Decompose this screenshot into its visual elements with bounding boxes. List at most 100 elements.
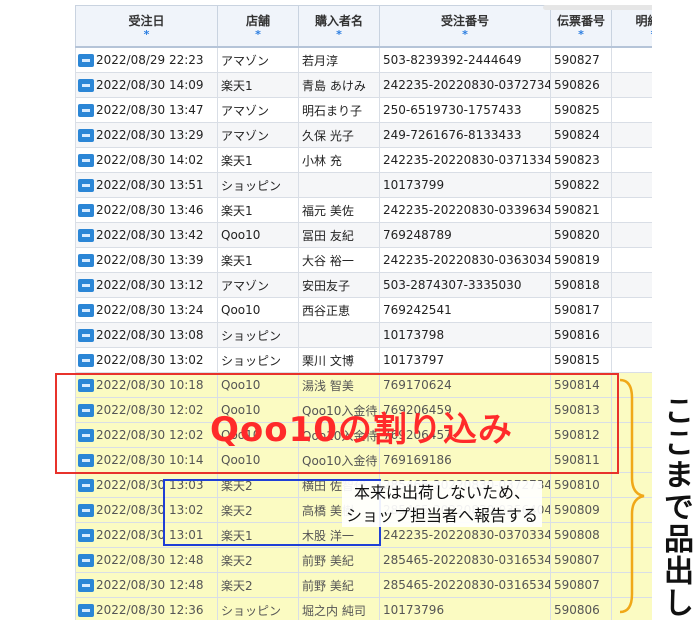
cell-slip-number: 590807: [550, 572, 612, 598]
order-date-text: 2022/08/30 13:24: [96, 303, 204, 317]
column-header-3[interactable]: 受注番号 *: [379, 5, 551, 48]
cell-order-date: 2022/08/30 13:47: [75, 97, 218, 123]
scrollbar-top[interactable]: [543, 5, 652, 10]
row-detail-icon[interactable]: [78, 354, 94, 367]
cell-buyer: 冨田 友紀: [298, 222, 380, 248]
sort-marker[interactable]: *: [612, 29, 652, 41]
cell-store: 楽天2: [217, 547, 299, 573]
table-row[interactable]: 2022/08/30 14:02 楽天1 小林 充 242235-20220830-0…: [75, 147, 652, 173]
row-detail-icon[interactable]: [78, 479, 94, 492]
table-row[interactable]: 2022/08/30 13:47 アマゾン 明石まり子 250-6519730-175…: [75, 97, 652, 123]
column-header-label: 受注番号: [440, 14, 489, 28]
order-date-text: 2022/08/30 12:48: [96, 578, 204, 592]
row-detail-icon[interactable]: [78, 329, 94, 342]
cell-order-number: 249-7261676-8133433: [379, 122, 551, 148]
table-row[interactable]: 2022/08/30 13:29 アマゾン 久保 光子 249-7261676-813…: [75, 122, 652, 148]
cell-line-item: [611, 347, 652, 373]
row-detail-icon[interactable]: [78, 229, 94, 242]
column-header-0[interactable]: 受注日 *: [75, 5, 218, 48]
cell-store: 楽天2: [217, 572, 299, 598]
column-header-label: 購入者名: [314, 14, 363, 28]
row-detail-icon[interactable]: [78, 254, 94, 267]
column-header-4[interactable]: 伝票番号 *: [550, 5, 612, 48]
cell-slip-number: 590824: [550, 122, 612, 148]
table-row[interactable]: 2022/08/30 13:08 ショッピン 10173798 590816: [75, 322, 652, 348]
row-detail-icon[interactable]: [78, 504, 94, 517]
table-row[interactable]: 2022/08/30 13:02 ショッピン 栗川 文博 10173797 590815: [75, 347, 652, 373]
order-date-text: 2022/08/30 13:08: [96, 328, 204, 342]
no-ship-note-line-2: ショップ担当者へ報告する: [342, 504, 543, 527]
cell-order-number: 503-2874307-3335030: [379, 272, 551, 298]
row-detail-icon[interactable]: [78, 604, 94, 617]
row-detail-icon[interactable]: [78, 579, 94, 592]
cell-order-number: 769248789: [379, 222, 551, 248]
cell-order-number: 10173797: [379, 347, 551, 373]
cell-buyer: 福元 美佐: [298, 197, 380, 223]
cell-buyer: 久保 光子: [298, 122, 380, 148]
column-header-5[interactable]: 明細行*: [611, 5, 652, 48]
table-row[interactable]: 2022/08/30 12:48 楽天2 前野 美紀 285465-20220830-…: [75, 572, 652, 598]
cell-order-date: 2022/08/30 13:51: [75, 172, 218, 198]
cell-buyer: 西谷正恵: [298, 297, 380, 323]
table-row[interactable]: 2022/08/30 12:36 ショッピン 堀之内 純司 10173796 59080…: [75, 597, 652, 620]
cell-order-date: 2022/08/29 22:23: [75, 46, 218, 73]
sort-marker[interactable]: *: [380, 29, 550, 41]
cell-buyer: 明石まり子: [298, 97, 380, 123]
cell-order-date: 2022/08/30 13:29: [75, 122, 218, 148]
sort-marker[interactable]: *: [218, 29, 298, 41]
table-header-row: 受注日*店舗*購入者名*受注番号*伝票番号*明細行*: [75, 5, 652, 48]
table-row[interactable]: 2022/08/30 14:09 楽天1 青島 あけみ 242235-20220830…: [75, 72, 652, 98]
cell-store: ショッピン: [217, 172, 299, 198]
cell-order-number: 242235-20220830-037273417: [379, 72, 551, 98]
cell-order-date: 2022/08/30 13:39: [75, 247, 218, 273]
cell-slip-number: 590817: [550, 297, 612, 323]
cell-order-date: 2022/08/30 13:42: [75, 222, 218, 248]
picked-up-to-here-note: ここまで品出し: [658, 395, 693, 619]
cell-store: アマゾン: [217, 122, 299, 148]
cell-order-number: 250-6519730-1757433: [379, 97, 551, 123]
table-row[interactable]: 2022/08/30 13:39 楽天1 大谷 裕一 242235-20220830-…: [75, 247, 652, 273]
cell-order-number: 503-8239392-2444649: [379, 46, 551, 73]
cell-line-item: [611, 322, 652, 348]
column-header-2[interactable]: 購入者名 *: [298, 5, 380, 48]
sort-marker[interactable]: *: [299, 29, 379, 41]
order-date-text: 2022/08/30 13:42: [96, 228, 204, 242]
cell-line-item: [611, 197, 652, 223]
row-detail-icon[interactable]: [78, 54, 94, 67]
cell-slip-number: 590825: [550, 97, 612, 123]
row-detail-icon[interactable]: [78, 204, 94, 217]
row-detail-icon[interactable]: [78, 154, 94, 167]
cell-slip-number: 590818: [550, 272, 612, 298]
table-row[interactable]: 2022/08/30 12:48 楽天2 前野 美紀 285465-20220830-…: [75, 547, 652, 573]
cell-slip-number: 590820: [550, 222, 612, 248]
table-row[interactable]: 2022/08/30 13:46 楽天1 福元 美佐 242235-20220830-…: [75, 197, 652, 223]
row-detail-icon[interactable]: [78, 129, 94, 142]
row-detail-icon[interactable]: [78, 279, 94, 292]
cell-buyer: 小林 充: [298, 147, 380, 173]
cell-buyer: [298, 322, 380, 348]
cell-order-date: 2022/08/30 12:48: [75, 547, 218, 573]
column-header-label: 受注日: [128, 14, 165, 28]
row-detail-icon[interactable]: [78, 529, 94, 542]
sort-marker[interactable]: *: [76, 29, 217, 41]
table-row[interactable]: 2022/08/30 13:24 Qoo10 西谷正恵 769242541 590817: [75, 297, 652, 323]
row-detail-icon[interactable]: [78, 554, 94, 567]
cell-slip-number: 590810: [550, 472, 612, 498]
order-date-text: 2022/08/30 13:29: [96, 128, 204, 142]
table-row[interactable]: 2022/08/30 13:51 ショッピン 10173799 590822: [75, 172, 652, 198]
table-row[interactable]: 2022/08/30 13:12 アマゾン 安田友子 503-2874307-3335…: [75, 272, 652, 298]
table-row[interactable]: 2022/08/29 22:23 アマゾン 若月淳 503-8239392-24446…: [75, 46, 652, 73]
cell-order-number: 242235-20220830-037133413: [379, 147, 551, 173]
table-row[interactable]: 2022/08/30 13:42 Qoo10 冨田 友紀 769248789 59082…: [75, 222, 652, 248]
cell-order-date: 2022/08/30 13:08: [75, 322, 218, 348]
row-detail-icon[interactable]: [78, 179, 94, 192]
order-date-text: 2022/08/29 22:23: [96, 53, 204, 67]
cell-order-number: 285465-20220830-031653415: [379, 572, 551, 598]
qoo10-interrupt-label: Qoo10の割り込み: [210, 410, 513, 450]
row-detail-icon[interactable]: [78, 104, 94, 117]
row-detail-icon[interactable]: [78, 79, 94, 92]
column-header-1[interactable]: 店舗 *: [217, 5, 299, 48]
sort-marker[interactable]: *: [551, 29, 611, 41]
cell-buyer: 前野 美紀: [298, 572, 380, 598]
row-detail-icon[interactable]: [78, 304, 94, 317]
